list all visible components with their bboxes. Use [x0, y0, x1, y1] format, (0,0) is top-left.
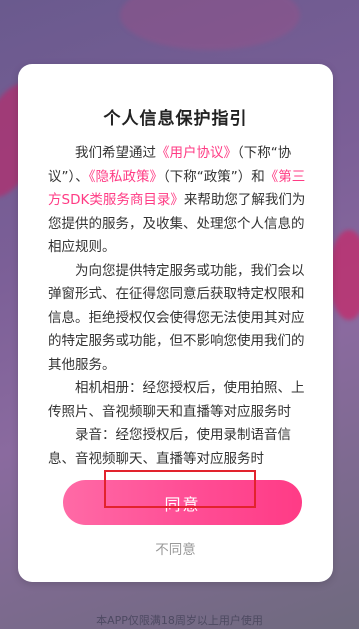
paragraph-camera: 相机相册：经您授权后，使用拍照、上传照片、音视频聊天和直播等对应服务时 — [48, 380, 305, 420]
decline-button[interactable]: 不同意 — [18, 538, 333, 558]
user-agreement-link[interactable]: 《用户协议》 — [156, 145, 237, 161]
privacy-dialog: 个人信息保护指引 我们希望通过《用户协议》（下称“协议”）、《隐私政策》（下称“… — [18, 64, 333, 582]
paragraph-permissions: 为向您提供特定服务或功能，我们会以弹窗形式、在征得您同意后获取特定权限和信息。拒… — [48, 262, 305, 373]
background-decoration — [329, 230, 359, 320]
age-notice: 本APP仅限满18周岁以上用户使用 — [96, 614, 263, 627]
intro-prefix: 我们希望通过 — [75, 145, 156, 161]
dialog-title: 个人信息保护指引 — [103, 109, 248, 129]
paragraph-intro: 我们希望通过《用户协议》（下称“协议”）、《隐私政策》（下称“政策”）和《第三方… — [48, 142, 312, 260]
background-decoration — [120, 0, 300, 50]
dialog-content: 我们希望通过《用户协议》（下称“协议”）、《隐私政策》（下称“政策”）和《第三方… — [48, 142, 312, 471]
agree-button[interactable]: 同意 — [63, 480, 302, 525]
intro-mid-2: （下称“政策”）和 — [163, 168, 265, 185]
paragraph-audio: 录音：经您授权后，使用录制语音信息、音视频聊天、直播等对应服务时 — [48, 427, 291, 467]
privacy-policy-link[interactable]: 《隐私政策》 — [89, 169, 163, 185]
